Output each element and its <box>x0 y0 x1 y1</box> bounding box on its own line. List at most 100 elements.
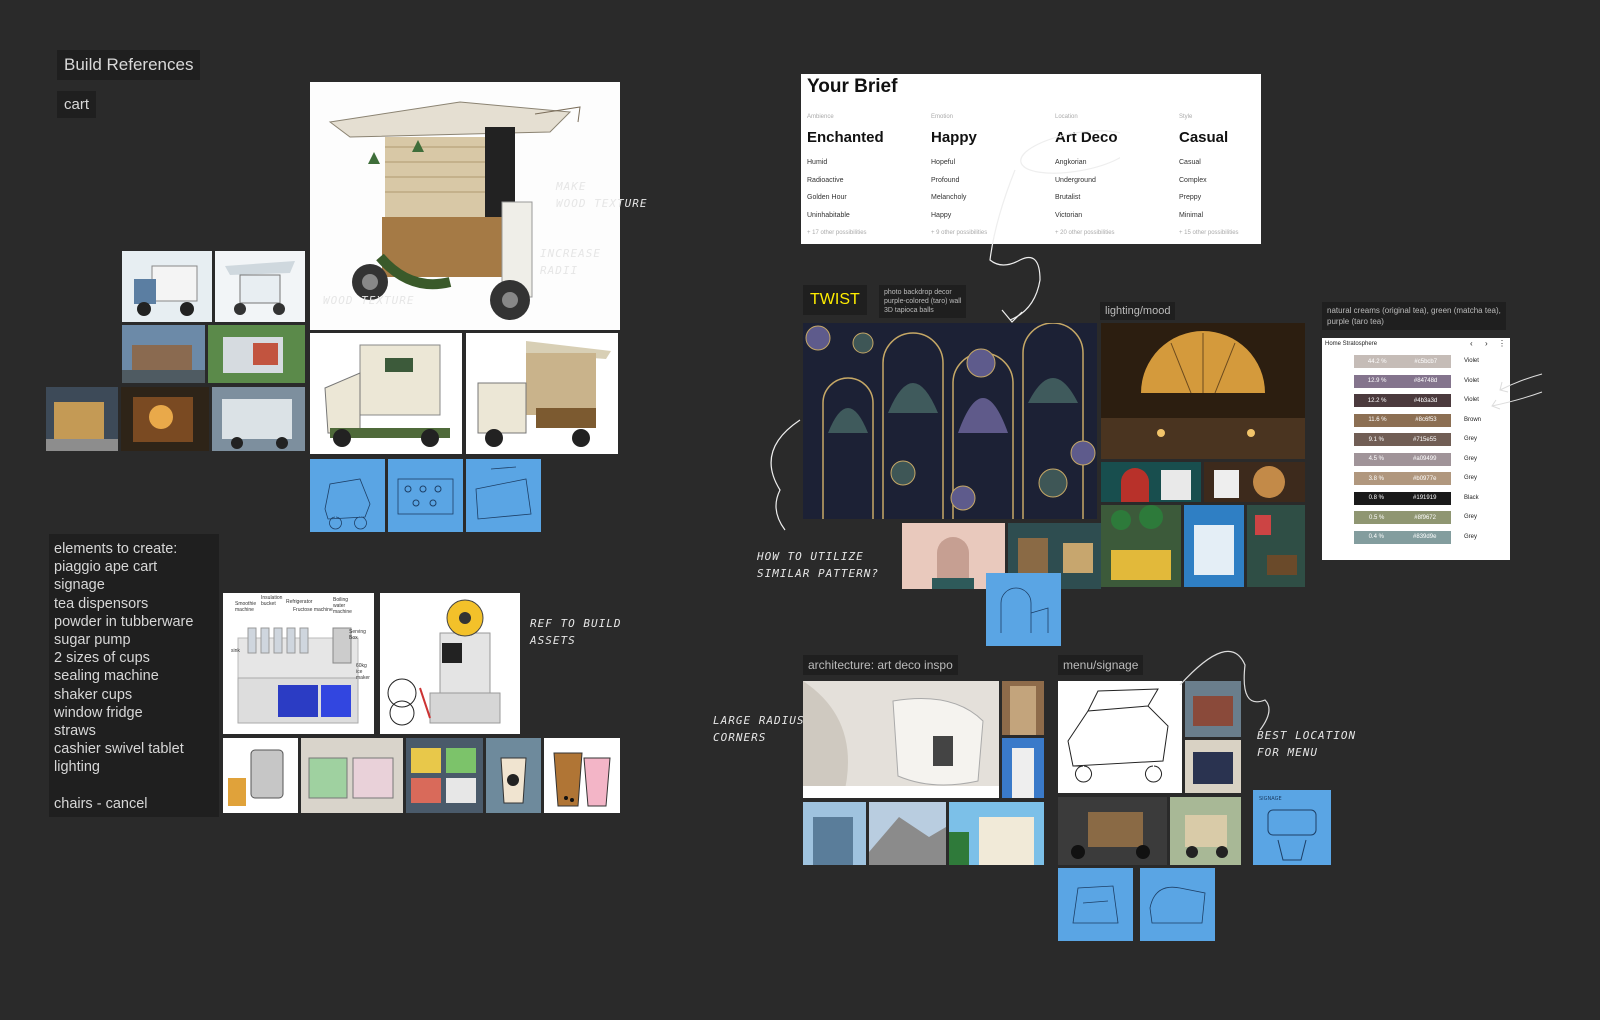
palette-swatch-row[interactable]: 3.8 % #b0977e <box>1354 472 1451 485</box>
sketch-sticky-counter[interactable] <box>466 459 541 532</box>
palette-percent: 12.2 % <box>1367 397 1387 404</box>
cart-thumb-3[interactable] <box>122 325 205 383</box>
palette-swatch-row[interactable]: 9.1 % #715e55 <box>1354 433 1451 446</box>
brief-title: Your Brief <box>807 76 898 97</box>
foliage-seating-photo[interactable] <box>1101 505 1181 587</box>
palette-color-name: Violet <box>1464 397 1479 403</box>
elements-item: sugar pump <box>54 632 131 649</box>
cart-street-photo[interactable] <box>1170 797 1241 865</box>
label-sink: sink <box>231 648 240 654</box>
sketch-sticky-cart-front[interactable] <box>1058 868 1133 941</box>
sketch-sticky-arch[interactable] <box>986 573 1061 646</box>
palette-swatch-row[interactable]: 12.2 % #4b3a3d <box>1354 394 1451 407</box>
note-wood-texture: WOOD TEXTURE <box>323 294 415 307</box>
label-refrigerator: Refrigerator <box>286 599 313 605</box>
palette-color-name: Grey <box>1464 475 1478 481</box>
palette-color-name: Grey <box>1464 514 1478 520</box>
palette-swatch-row[interactable]: 44.2 % #c5bcb7 <box>1354 355 1451 368</box>
brief-more[interactable]: + 15 other possibilities <box>1179 225 1304 242</box>
palette-swatch-row[interactable]: 4.5 % #a09499 <box>1354 452 1451 466</box>
palette-swatch-row[interactable]: 11.6 % #8c6f53 <box>1354 413 1451 427</box>
palette-color-name: Grey <box>1464 455 1478 462</box>
cart-green-front-photo[interactable] <box>310 333 462 454</box>
sketch-sticky-menu-board[interactable]: SIGNAGE <box>1253 790 1331 865</box>
palette-swatch-row[interactable]: 0.5 % #8f9672 <box>1354 511 1451 524</box>
cart-sketch-image[interactable] <box>1058 681 1182 793</box>
palette-percent: 9.1 % <box>1368 436 1384 443</box>
palette-hex: #8c6f53 <box>1415 417 1437 423</box>
brief-column-style: Style Casual Casual Complex Preppy Minim… <box>1179 114 1304 242</box>
lighting-label: lighting/mood <box>1100 302 1176 320</box>
cart-open-menu-photo[interactable] <box>1058 797 1167 865</box>
powder-tubs-photo[interactable] <box>301 738 403 813</box>
architecture-label: architecture: art deco inspo <box>803 655 958 675</box>
white-tower-photo[interactable] <box>1002 738 1044 798</box>
curved-interior-photo[interactable] <box>803 681 999 798</box>
brief-option[interactable]: Preppy <box>1179 189 1304 207</box>
palette-color-name: Violet <box>1464 377 1479 384</box>
palette-color-name: Grey <box>1464 436 1478 442</box>
angular-building-photo[interactable] <box>869 802 946 865</box>
brief-option[interactable]: Complex <box>1179 172 1304 190</box>
next-icon[interactable]: › <box>1485 339 1488 348</box>
blue-store-photo[interactable] <box>1184 505 1244 587</box>
prev-icon[interactable]: ‹ <box>1470 339 1473 348</box>
red-arch-photo[interactable] <box>1101 462 1201 502</box>
palette-hex: #a09499 <box>1413 456 1437 462</box>
cart-thumb-6[interactable] <box>121 387 209 451</box>
palette-swatch-row[interactable]: 0.4 % #839d9e <box>1354 530 1451 544</box>
palette-percent: 11.6 % <box>1368 417 1387 423</box>
art-deco-pattern-image[interactable] <box>803 323 1097 519</box>
elements-item: cashier swivel tablet <box>54 741 184 758</box>
cart-thumb-1[interactable] <box>122 251 212 322</box>
toppings-photo[interactable] <box>406 738 483 813</box>
cart-thumb-7[interactable] <box>212 387 305 451</box>
elements-list-footer: chairs - cancel <box>54 795 148 812</box>
glass-building-photo[interactable] <box>803 802 866 865</box>
note-make-wood-texture: MAKE WOOD TEXTURE <box>556 180 648 210</box>
more-vert-icon[interactable]: ⋮ <box>1498 339 1506 348</box>
boba-cups-photo[interactable] <box>544 738 620 813</box>
palette-percent: 0.5 % <box>1368 514 1385 521</box>
elements-item: lighting <box>54 759 100 776</box>
label-serving: Serving Box <box>349 629 366 641</box>
brief-ctl-style[interactable]: Style <box>1179 114 1304 124</box>
cart-thumb-4[interactable] <box>208 325 305 383</box>
sketch-sticky-cart[interactable] <box>310 459 385 532</box>
green-wall-office-photo[interactable] <box>1247 505 1305 587</box>
palette-hex: #84748d <box>1413 378 1438 384</box>
tea-equipment-photo[interactable]: Smoothie machine Insulation bucket Refri… <box>223 593 374 734</box>
brief-option[interactable]: Minimal <box>1179 207 1304 225</box>
brief-option[interactable]: Casual <box>1179 154 1304 172</box>
cart-green-open-photo[interactable] <box>466 333 618 454</box>
palette-swatch-row[interactable]: 12.9 % #84748d <box>1354 374 1451 388</box>
palette-color-name: Brown <box>1464 416 1482 423</box>
elements-item: window fridge <box>54 704 143 721</box>
urn-photo[interactable] <box>223 738 298 813</box>
sealing-machine-photo[interactable] <box>380 593 520 734</box>
palette-color-name: Grey <box>1464 533 1478 540</box>
palette-color-name: Violet <box>1464 358 1479 364</box>
palette-color-name: Black <box>1464 494 1479 501</box>
palette-percent: 44.2 % <box>1367 358 1387 365</box>
shaker-cup-photo[interactable] <box>486 738 541 813</box>
miami-deco-photo[interactable] <box>949 802 1044 865</box>
elements-to-create-list: elements to create: piaggio ape cart sig… <box>49 534 219 817</box>
svg-text:SIGNAGE: SIGNAGE <box>1259 796 1282 802</box>
cart-thumb-2[interactable] <box>215 251 305 322</box>
palette-swatch-row[interactable]: 0.8 % #191919 <box>1354 491 1451 505</box>
palette-arrows <box>1491 373 1543 410</box>
build-references-label: Build References <box>57 50 201 80</box>
palette-hex: #4b3a3d <box>1413 397 1438 404</box>
label-ice: 60kg ice maker <box>356 663 370 681</box>
note-ref-build-assets: REF TO BUILD ASSETS <box>530 617 622 647</box>
sketch-sticky-dispensers[interactable] <box>388 459 463 532</box>
cart-thumb-5[interactable] <box>46 387 118 451</box>
deco-facade-photo[interactable] <box>1002 681 1044 735</box>
elements-item: straws <box>54 723 96 740</box>
palette-percent: 0.4 % <box>1368 534 1384 540</box>
palette-hex: #715e55 <box>1413 436 1437 443</box>
sketch-sticky-cart-side[interactable] <box>1140 868 1215 941</box>
lighting-hall-photo[interactable] <box>1101 323 1305 459</box>
mirror-photo[interactable] <box>1204 462 1305 502</box>
